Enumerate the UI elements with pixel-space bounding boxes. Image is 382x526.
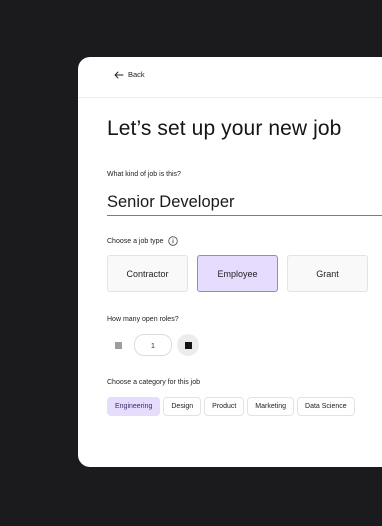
category-data-science[interactable]: Data Science [297, 397, 355, 416]
job-type-label: Choose a job type [107, 236, 179, 246]
open-roles-label: How many open roles? [107, 316, 179, 323]
job-type-employee[interactable]: Employee [197, 255, 278, 292]
increment-button[interactable] [177, 334, 199, 356]
category-product[interactable]: Product [204, 397, 245, 416]
job-name-input[interactable] [107, 189, 382, 216]
minus-icon [114, 341, 122, 349]
job-type-contractor[interactable]: Contractor [107, 255, 188, 292]
decrement-button[interactable] [107, 334, 129, 356]
plus-icon [184, 341, 192, 349]
back-button[interactable]: Back [114, 70, 145, 79]
back-label: Back [128, 70, 145, 79]
page-title: Let’s set up your new job [107, 117, 342, 140]
info-icon[interactable] [168, 236, 179, 246]
category-design[interactable]: Design [163, 397, 202, 416]
top-bar: Back [78, 57, 382, 98]
open-roles-stepper: 1 [107, 334, 199, 356]
category-label: Choose a category for this job [107, 379, 200, 386]
open-roles-label-text: How many open roles? [107, 316, 179, 323]
category-marketing[interactable]: Marketing [247, 397, 295, 416]
category-label-text: Choose a category for this job [107, 379, 200, 386]
job-type-options: Contractor Employee Grant [107, 255, 368, 292]
category-engineering[interactable]: Engineering [107, 397, 161, 416]
job-type-label-text: Choose a job type [107, 237, 164, 245]
arrow-left-icon [114, 71, 124, 79]
category-options: Engineering Design Product Marketing Dat… [107, 397, 355, 416]
job-name-label-text: What kind of job is this? [107, 171, 181, 178]
open-roles-value[interactable]: 1 [134, 334, 172, 356]
setup-card: Back Let’s set up your new job What kind… [78, 57, 382, 467]
job-type-grant[interactable]: Grant [287, 255, 368, 292]
job-name-label: What kind of job is this? [107, 171, 181, 178]
